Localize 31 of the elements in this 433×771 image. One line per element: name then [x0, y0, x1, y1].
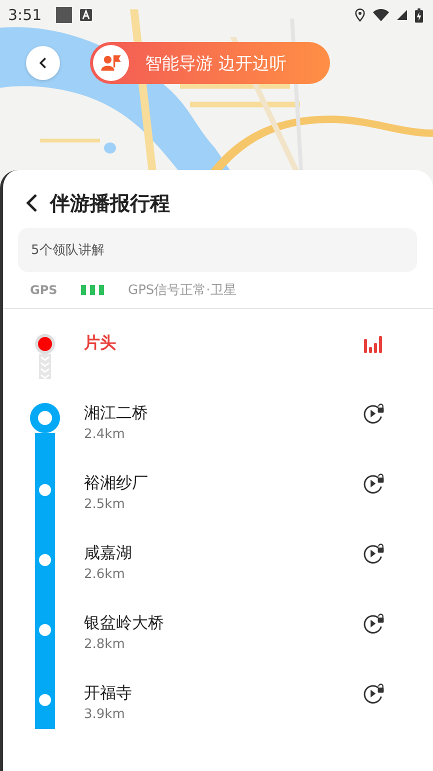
status-time: 3:51	[8, 6, 42, 24]
wifi-icon	[373, 8, 389, 22]
play-lock-icon[interactable]	[363, 403, 385, 425]
notification-icon	[56, 7, 72, 23]
play-lock-icon[interactable]	[363, 613, 385, 635]
stop-name[interactable]: 湘江二桥	[84, 403, 148, 424]
stop-name[interactable]: 银盆岭大桥	[84, 613, 164, 634]
stop-distance: 2.5km	[84, 497, 125, 512]
stop-name[interactable]: 开福寺	[84, 683, 132, 704]
stop-name[interactable]: 裕湘纱厂	[84, 473, 148, 494]
gps-label: GPS	[30, 283, 58, 297]
location-icon	[355, 8, 365, 22]
play-lock-icon[interactable]	[363, 473, 385, 495]
stop-distance: 2.4km	[84, 427, 125, 442]
play-lock-icon[interactable]	[363, 683, 385, 705]
back-icon[interactable]	[26, 193, 38, 213]
stop-distance: 3.9km	[84, 707, 125, 722]
stop-distance: 2.6km	[84, 567, 125, 582]
stop-name[interactable]: 咸嘉湖	[84, 543, 132, 564]
gps-signal-icon	[81, 285, 105, 295]
battery-icon	[415, 8, 423, 22]
connector-track	[39, 354, 51, 379]
gps-status: GPS信号正常·卫星	[128, 282, 236, 299]
stop-name[interactable]: 片头	[84, 333, 116, 354]
panel-title: 伴游播报行程	[50, 190, 170, 216]
equalizer-icon[interactable]	[363, 335, 383, 353]
font-icon	[80, 9, 92, 21]
summary-box: 5个领队讲解	[18, 228, 417, 272]
signal-icon	[397, 8, 407, 22]
stop-distance: 2.8km	[84, 637, 125, 652]
play-lock-icon[interactable]	[363, 543, 385, 565]
